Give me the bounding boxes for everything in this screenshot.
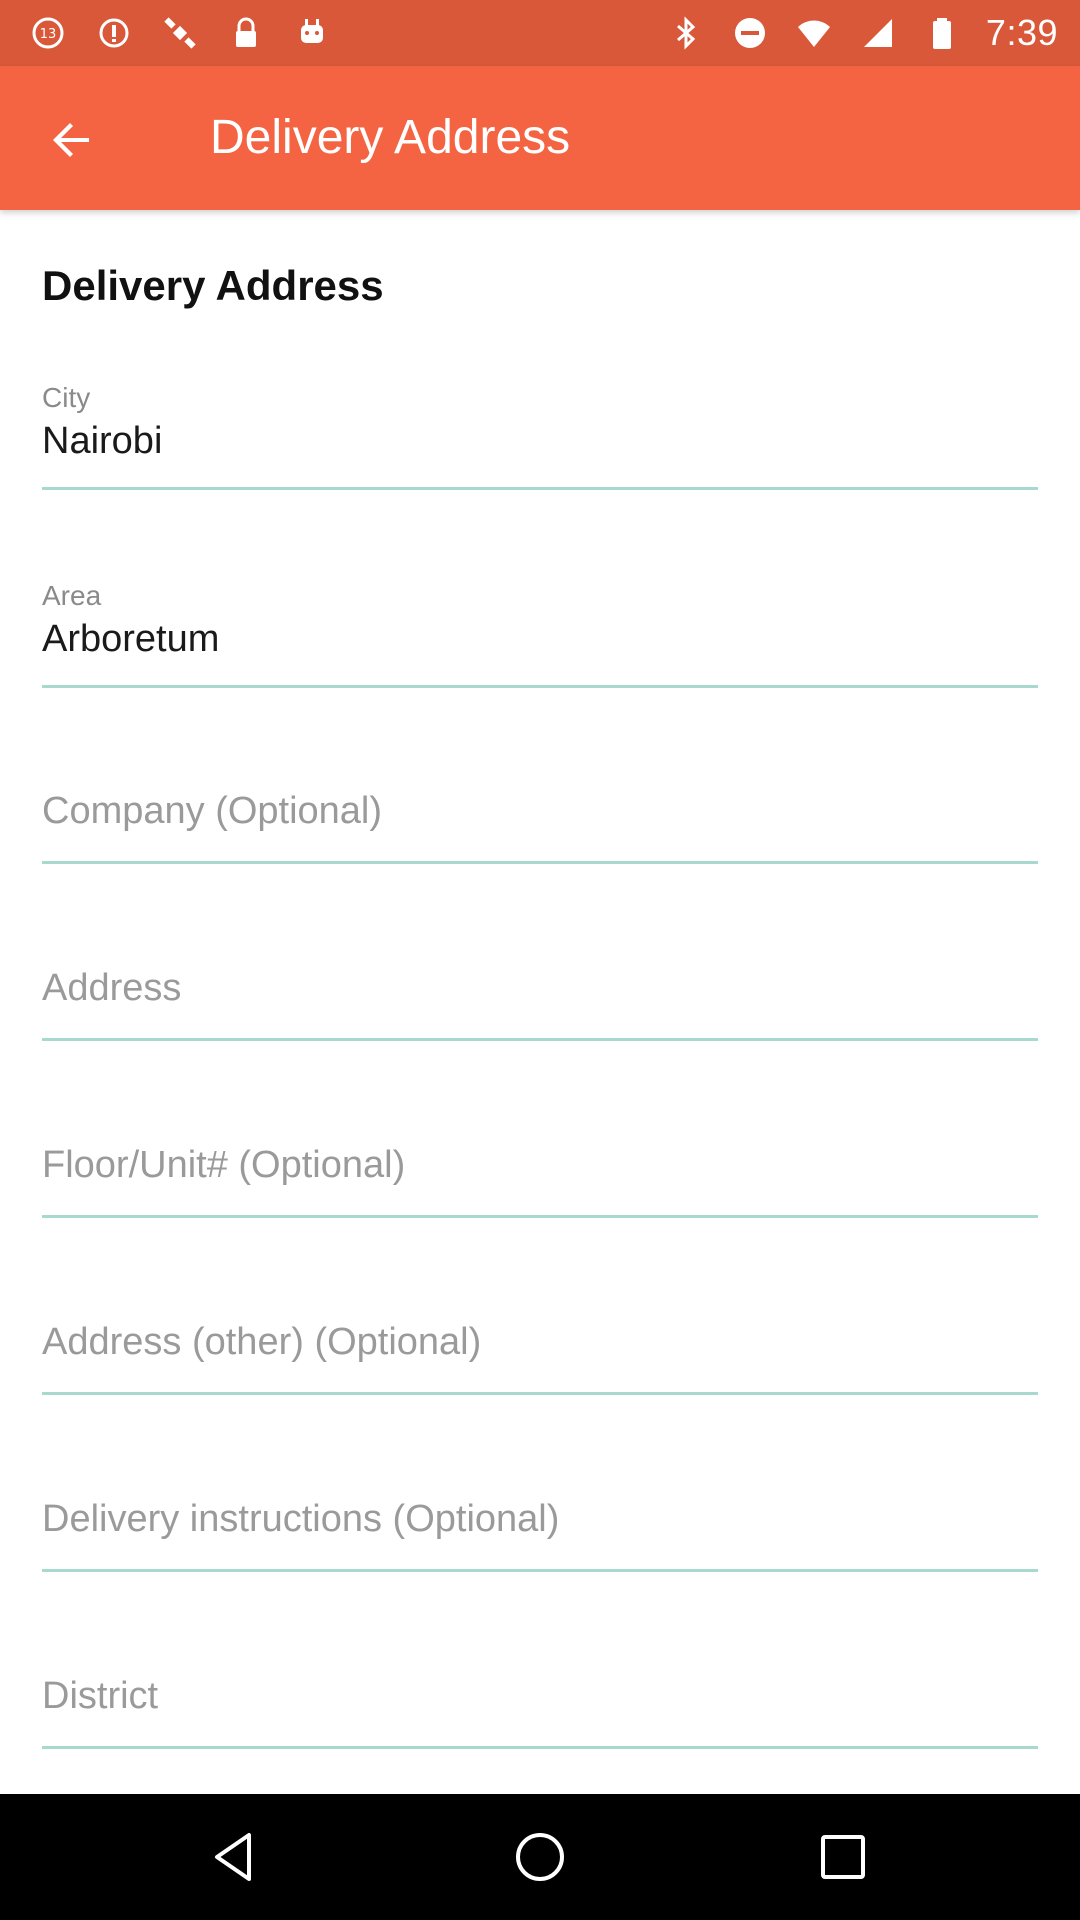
floor-unit-underline	[42, 1215, 1038, 1218]
address-other-underline	[42, 1392, 1038, 1395]
city-underline	[42, 487, 1038, 490]
district-underline	[42, 1746, 1038, 1749]
back-button[interactable]	[36, 104, 108, 176]
android-icon	[292, 13, 332, 53]
app-bar-title: Delivery Address	[210, 111, 571, 164]
address-placeholder[interactable]: Address	[42, 967, 181, 1010]
do-not-disturb-icon	[730, 13, 770, 53]
navigation-bar	[0, 1794, 1080, 1920]
area-value[interactable]: Arboretum	[42, 618, 219, 661]
nav-back-icon	[215, 1833, 251, 1881]
delivery-instructions-field[interactable]: Delivery instructions (Optional)	[42, 1496, 1038, 1596]
status-bar-notifications: 13	[28, 10, 332, 56]
company-placeholder[interactable]: Company (Optional)	[42, 790, 382, 833]
status-time: 7:39	[985, 12, 1058, 53]
city-value[interactable]: Nairobi	[42, 420, 162, 463]
bluetooth-icon	[666, 13, 706, 53]
area-field[interactable]: Area Arboretum	[42, 568, 1038, 708]
arrow-back-icon	[53, 123, 89, 157]
nav-back-button[interactable]	[202, 1822, 272, 1892]
address-field[interactable]: Address	[42, 965, 1038, 1065]
city-field[interactable]: City Nairobi	[42, 370, 1038, 510]
address-other-field[interactable]: Address (other) (Optional)	[42, 1319, 1038, 1419]
lock-icon	[226, 13, 266, 53]
app-bar: Delivery Address	[0, 66, 1080, 210]
company-underline	[42, 861, 1038, 864]
company-field[interactable]: Company (Optional)	[42, 788, 1038, 888]
wifi-icon	[794, 13, 834, 53]
signal-icon	[858, 13, 898, 53]
city-label: City	[42, 382, 91, 413]
nav-recents-button[interactable]	[808, 1822, 878, 1892]
floor-unit-field[interactable]: Floor/Unit# (Optional)	[42, 1142, 1038, 1242]
delivery-instructions-placeholder[interactable]: Delivery instructions (Optional)	[42, 1498, 559, 1541]
district-placeholder[interactable]: District	[42, 1675, 158, 1718]
district-field[interactable]: District	[42, 1673, 1038, 1773]
area-label: Area	[42, 580, 102, 611]
battery-icon	[922, 13, 962, 53]
nav-home-icon	[516, 1833, 564, 1881]
notification-13-icon: 13	[28, 13, 68, 53]
address-underline	[42, 1038, 1038, 1041]
delivery-instructions-underline	[42, 1569, 1038, 1572]
status-bar: 13 7:39	[0, 0, 1080, 66]
nav-home-button[interactable]	[505, 1822, 575, 1892]
nav-recents-icon	[821, 1835, 865, 1879]
satellite-icon	[160, 13, 200, 53]
status-bar-system: 7:39	[666, 10, 1058, 56]
svg-text:13: 13	[40, 27, 57, 42]
floor-unit-placeholder[interactable]: Floor/Unit# (Optional)	[42, 1144, 405, 1187]
address-other-placeholder[interactable]: Address (other) (Optional)	[42, 1321, 481, 1364]
section-title: Delivery Address	[42, 262, 384, 309]
fake-gps-icon	[94, 13, 134, 53]
area-underline	[42, 685, 1038, 688]
